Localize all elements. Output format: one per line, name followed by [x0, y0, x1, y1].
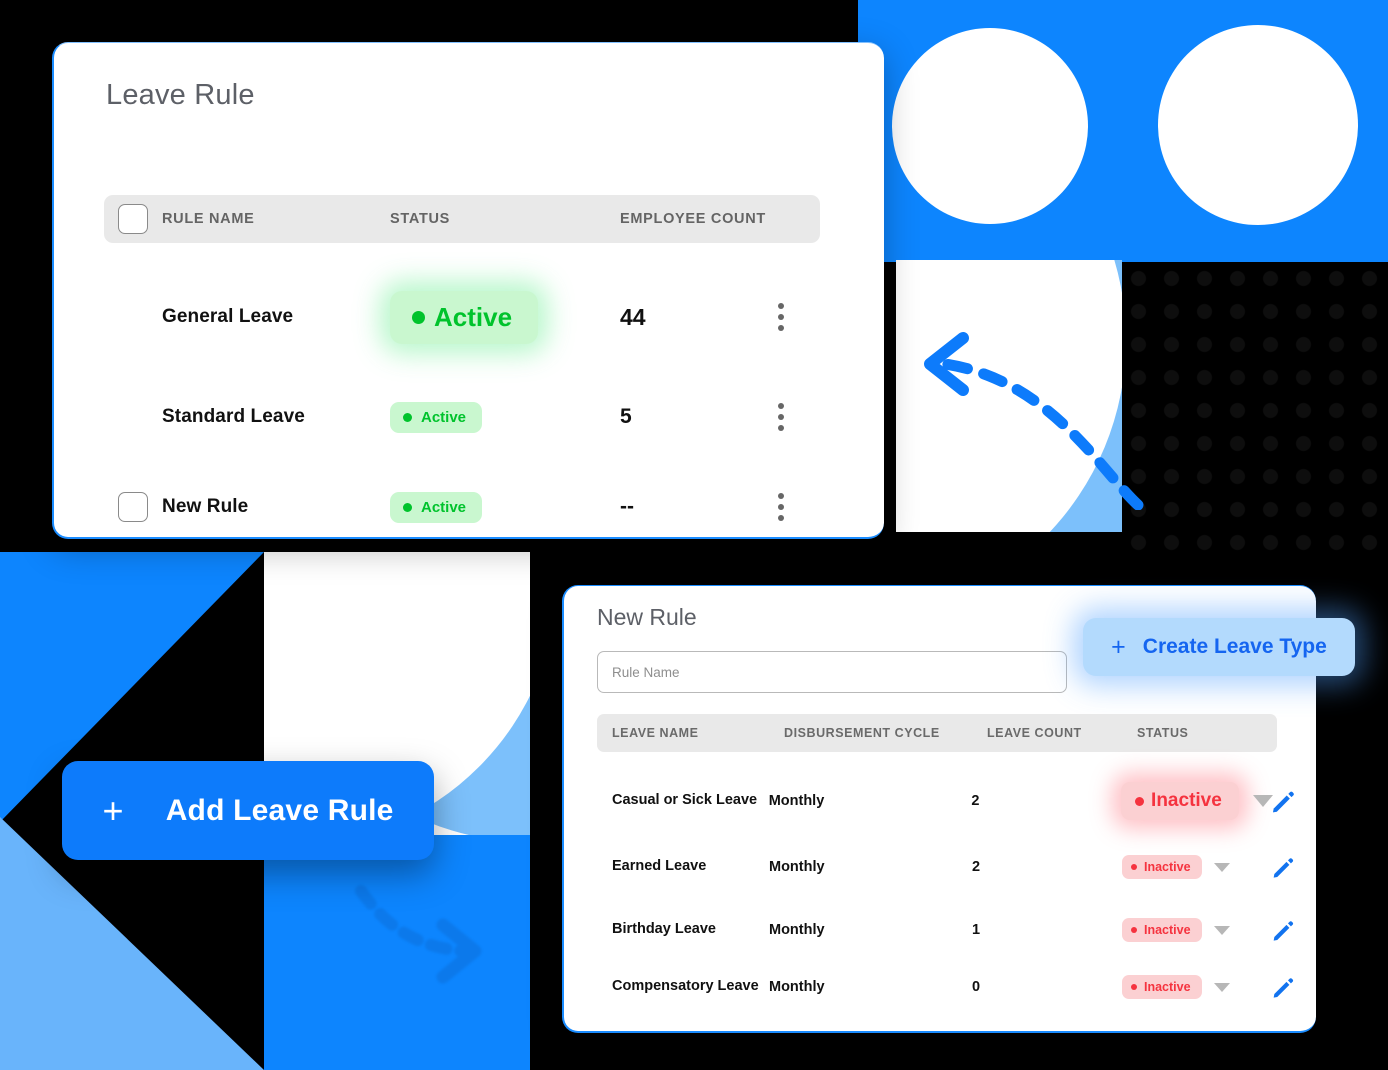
column-header-employee-count: EMPLOYEE COUNT [620, 211, 766, 227]
employee-count-cell: 5 [620, 405, 632, 428]
caret-down-icon[interactable] [1213, 862, 1230, 872]
column-header-status: STATUS [390, 211, 451, 227]
decor-circle-left [892, 28, 1088, 224]
plus-icon: + [1111, 632, 1126, 661]
plus-icon: + [102, 789, 124, 831]
rule-name-cell: General Leave [162, 306, 294, 327]
status-label: Inactive [1144, 860, 1191, 874]
status-label: Active [434, 301, 513, 332]
kebab-menu-icon[interactable] [778, 493, 784, 521]
disbursement-cycle-cell: Monthly [769, 859, 825, 875]
status-label: Inactive [1144, 980, 1191, 994]
decor-dot-grid [1122, 262, 1388, 554]
column-header-leave-name: LEAVE NAME [612, 726, 699, 740]
table-row[interactable]: General Leave Active 44 [104, 271, 864, 363]
column-header-disbursement-cycle: DISBURSEMENT CYCLE [784, 726, 940, 740]
leave-name-cell: Compensatory Leave [612, 978, 759, 995]
leave-count-cell: 2 [971, 793, 980, 809]
row-checkbox[interactable] [118, 492, 148, 522]
new-rule-card: New Rule + Create Leave Type LEAVE NAME … [562, 585, 1355, 1033]
status-dot-icon [403, 502, 412, 512]
leave-count-cell: 1 [972, 922, 981, 938]
dashed-arrow-right-icon [355, 885, 482, 984]
screenshot-stage: Leave Rule RULE NAME STATUS EMPLOYEE COU… [0, 0, 1388, 1070]
kebab-menu-icon[interactable] [778, 303, 784, 331]
status-badge[interactable]: Inactive [1122, 918, 1202, 942]
pencil-icon[interactable] [1270, 917, 1296, 943]
status-dot-icon [1131, 927, 1137, 933]
create-leave-type-label: Create Leave Type [1142, 635, 1327, 658]
table-row[interactable]: Standard Leave Active 5 [104, 371, 864, 463]
rule-name-cell: Standard Leave [162, 406, 305, 427]
add-leave-rule-label: Add Leave Rule [165, 793, 394, 827]
leave-rule-card: Leave Rule RULE NAME STATUS EMPLOYEE COU… [52, 42, 884, 539]
disbursement-cycle-cell: Monthly [769, 922, 825, 938]
rule-name-cell: New Rule [162, 496, 249, 517]
table-row[interactable]: Birthday Leave Monthly 1 Inactive [597, 917, 1297, 943]
status-badge[interactable]: Inactive [1122, 975, 1202, 999]
employee-count-cell: 44 [620, 303, 646, 330]
page-title: Leave Rule [106, 79, 255, 111]
status-badge[interactable]: Inactive [1121, 782, 1239, 820]
status-label: Active [421, 408, 467, 426]
decor-circle-right [1158, 25, 1358, 225]
table-row[interactable]: Casual or Sick Leave Monthly 2 Inactive [597, 782, 1297, 820]
table-row[interactable]: Earned Leave Monthly 2 Inactive [597, 854, 1297, 880]
status-dot-icon [412, 310, 425, 324]
leave-count-cell: 0 [972, 979, 981, 995]
status-label: Active [421, 498, 467, 516]
table-row[interactable]: New Rule Active -- [104, 461, 864, 553]
caret-down-icon[interactable] [1213, 982, 1230, 992]
rule-name-input[interactable] [597, 651, 1067, 693]
status-badge[interactable]: Active [390, 290, 539, 344]
create-leave-type-button[interactable]: + Create Leave Type [1083, 618, 1355, 676]
status-badge[interactable]: Active [390, 401, 483, 433]
disbursement-cycle-cell: Monthly [769, 979, 825, 995]
status-dot-icon [403, 412, 412, 422]
new-rule-table-header: LEAVE NAME DISBURSEMENT CYCLE LEAVE COUN… [597, 714, 1277, 752]
leave-rule-table-header: RULE NAME STATUS EMPLOYEE COUNT [104, 195, 820, 243]
pencil-icon[interactable] [1270, 974, 1296, 1000]
decor-blue-panel-top-right [858, 0, 1388, 262]
kebab-menu-icon[interactable] [778, 403, 784, 431]
status-badge[interactable]: Inactive [1122, 855, 1202, 879]
employee-count-cell: -- [620, 495, 634, 518]
add-leave-rule-button[interactable]: + Add Leave Rule [62, 761, 434, 860]
leave-name-cell: Earned Leave [612, 858, 707, 875]
dashed-arrow-left-icon [924, 332, 1144, 510]
column-header-rule-name: RULE NAME [162, 211, 255, 227]
pencil-icon[interactable] [1270, 854, 1296, 880]
disbursement-cycle-cell: Monthly [768, 793, 825, 809]
status-dot-icon [1131, 864, 1137, 870]
leave-name-cell: Birthday Leave [612, 921, 716, 938]
column-header-status: STATUS [1137, 726, 1189, 740]
table-row[interactable]: Compensatory Leave Monthly 0 Inactive [597, 974, 1297, 1000]
status-dot-icon [1135, 796, 1145, 806]
status-dot-icon [1131, 984, 1137, 990]
column-header-leave-count: LEAVE COUNT [987, 726, 1082, 740]
select-all-checkbox[interactable] [118, 204, 148, 234]
status-badge[interactable]: Active [390, 491, 483, 523]
status-label: Inactive [1144, 923, 1191, 937]
leave-name-cell: Casual or Sick Leave [612, 792, 758, 809]
new-rule-title: New Rule [597, 604, 697, 630]
leave-count-cell: 2 [972, 859, 981, 875]
status-label: Inactive [1151, 790, 1222, 811]
caret-down-icon[interactable] [1213, 925, 1230, 935]
pencil-icon[interactable] [1269, 787, 1297, 815]
